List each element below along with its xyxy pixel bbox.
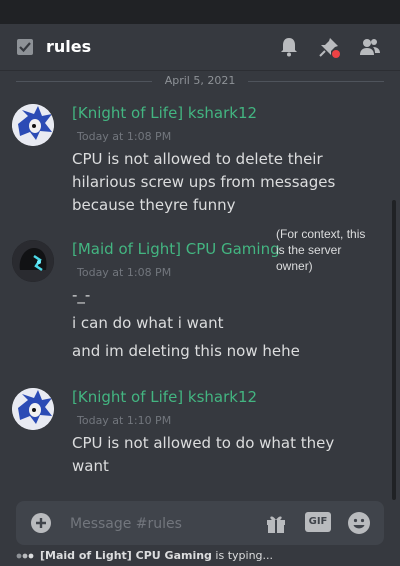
message-item: [Knight of Life] kshark12 Today at 1:08 … <box>0 100 390 220</box>
scrollbar[interactable] <box>392 200 396 500</box>
add-attachment-icon[interactable] <box>30 512 52 534</box>
member-list-icon[interactable] <box>359 36 381 58</box>
status-bar <box>0 0 400 24</box>
typing-user: [Maid of Light] CPU Gaming <box>40 549 212 562</box>
message-line: i can do what i want <box>72 314 224 332</box>
avatar[interactable] <box>12 240 54 282</box>
channel-header: rules <box>0 24 400 71</box>
gif-button[interactable]: GIF <box>305 512 331 532</box>
message-author[interactable]: [Maid of Light] CPU Gaming <box>72 240 280 258</box>
message-line: want <box>72 457 109 475</box>
message-input[interactable] <box>68 513 252 535</box>
pin-alert-dot <box>332 50 340 58</box>
message-composer: GIF <box>16 501 384 545</box>
message-timestamp: Today at 1:10 PM <box>77 414 172 427</box>
typing-suffix: is typing... <box>211 549 274 562</box>
gift-icon[interactable] <box>264 511 288 535</box>
message-item: [Knight of Life] kshark12 Today at 1:10 … <box>0 384 390 484</box>
avatar[interactable] <box>12 388 54 430</box>
message-line: -_- <box>72 286 91 304</box>
date-divider: April 5, 2021 <box>16 74 384 88</box>
dark-figure-avatar-icon <box>12 240 54 282</box>
message-line: because theyre funny <box>72 196 236 214</box>
sonic-avatar-icon <box>12 104 54 146</box>
channel-title: rules <box>46 37 92 56</box>
message-line: CPU is not allowed to do what they <box>72 434 335 452</box>
avatar[interactable] <box>12 104 54 146</box>
message-author[interactable]: [Knight of Life] kshark12 <box>72 388 257 406</box>
emoji-icon[interactable] <box>347 511 371 535</box>
bell-icon[interactable] <box>278 36 300 58</box>
message-line: and im deleting this now hehe <box>72 342 300 360</box>
message-line: hilarious screw ups from messages <box>72 173 336 191</box>
message-timestamp: Today at 1:08 PM <box>77 130 172 143</box>
pin-icon[interactable] <box>318 36 340 58</box>
context-annotation: (For context, this is the server owner) <box>276 227 366 273</box>
message-author[interactable]: [Knight of Life] kshark12 <box>72 104 257 122</box>
sonic-avatar-icon <box>12 388 54 430</box>
message-line: CPU is not allowed to delete their <box>72 150 323 168</box>
text-channel-icon <box>17 39 33 55</box>
typing-indicator-icon <box>16 553 34 559</box>
typing-indicator: [Maid of Light] CPU Gaming is typing... <box>40 549 273 562</box>
message-timestamp: Today at 1:08 PM <box>77 266 172 279</box>
